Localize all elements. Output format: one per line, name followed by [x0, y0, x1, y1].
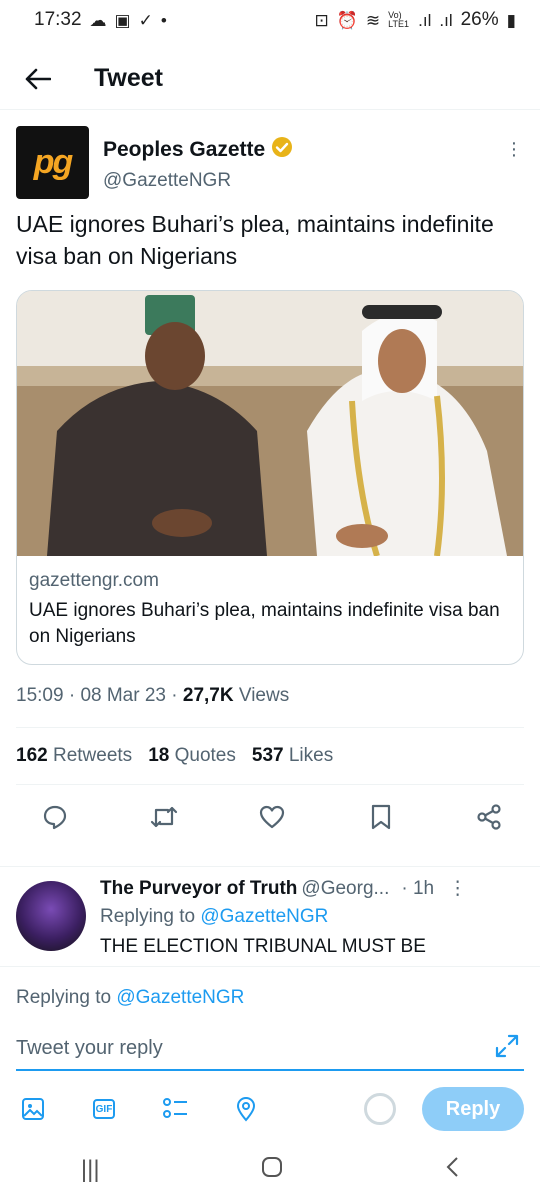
signal-icon: .ıl: [418, 10, 432, 30]
composer-toolbar: GIF Reply: [20, 1087, 524, 1131]
cloud-icon: ☁: [89, 10, 107, 30]
likes-label: Likes: [288, 745, 334, 766]
retweets-label: Retweets: [52, 745, 133, 766]
recent-apps-icon[interactable]: |||: [81, 1156, 100, 1184]
retweets-count: 162: [16, 745, 48, 766]
battery-icon: ▮: [506, 10, 516, 30]
likes-count: 537: [251, 745, 284, 766]
check-icon: ✓: [138, 10, 153, 30]
status-right: ⊡ ⏰ ≋ Vo) LTE1 .ıl .ıl 26% ▮: [314, 9, 516, 31]
author-info: Peoples Gazette @GazetteNGR: [103, 136, 504, 192]
composer-replying-handle[interactable]: @GazetteNGR: [116, 987, 244, 1008]
status-bar: 17:32 ☁ ▣ ✓ • ⊡ ⏰ ≋ Vo) LTE1 .ıl .ıl 26%…: [0, 0, 540, 40]
expand-icon[interactable]: [494, 1033, 520, 1059]
gallery-icon: ▣: [114, 10, 131, 30]
reply-input[interactable]: [16, 1031, 524, 1071]
reply-header: The Purveyor of Truth @Georg... · 1h ⋮: [100, 877, 530, 900]
retweets-stat[interactable]: 162 Retweets: [16, 745, 132, 767]
author-name: Peoples Gazette: [103, 138, 266, 161]
quotes-stat[interactable]: 18 Quotes: [148, 745, 236, 767]
reply-icon[interactable]: [40, 802, 70, 832]
network-label: Vo) LTE1: [388, 10, 409, 29]
dot-icon: •: [160, 10, 167, 30]
replying-to-handle[interactable]: @GazetteNGR: [200, 906, 328, 927]
home-icon[interactable]: [261, 1156, 283, 1185]
views-label[interactable]: Views: [239, 685, 289, 706]
main-tweet: pg Peoples Gazette @GazetteNGR · · · UAE i…: [16, 126, 524, 849]
reply-composer: Replying to @GazetteNGR GIF Reply: [0, 966, 540, 1136]
signal-icon-2: .ıl: [439, 10, 453, 30]
replying-to-prefix: Replying to: [100, 906, 196, 927]
share-icon[interactable]: [474, 802, 504, 832]
reply-author-handle: @Georg...: [301, 877, 390, 899]
composer-replying-to: Replying to @GazetteNGR: [16, 987, 244, 1009]
heart-icon[interactable]: [257, 802, 287, 832]
retweet-icon[interactable]: [149, 802, 179, 832]
reply-avatar[interactable]: [16, 881, 86, 951]
alarm-icon: ⏰: [336, 10, 358, 30]
card-image: [17, 291, 523, 556]
verified-badge-icon: [271, 136, 293, 164]
reply-text: THE ELECTION TRIBUNAL MUST BE: [100, 936, 426, 957]
tweet-text: UAE ignores Buhari’s plea, maintains ind…: [16, 211, 494, 269]
quotes-label: Quotes: [174, 745, 236, 766]
tweet-time: 15:09: [16, 685, 64, 706]
composer-replying-prefix: Replying to: [16, 987, 112, 1008]
reply-button[interactable]: Reply: [422, 1087, 524, 1131]
quotes-count: 18: [148, 745, 170, 766]
more-options-icon[interactable]: ⋮: [448, 877, 467, 900]
separator-dot: ·: [171, 685, 183, 706]
likes-stat[interactable]: 537 Likes: [252, 745, 333, 767]
reply-tweet[interactable]: The Purveyor of Truth @Georg... · 1h ⋮ R…: [0, 866, 540, 964]
engagement-stats: 162 Retweets 18 Quotes 537 Likes: [16, 728, 524, 784]
link-card[interactable]: gazettengr.com UAE ignores Buhari’s plea…: [16, 290, 524, 665]
character-count-circle: [364, 1093, 396, 1125]
bookmark-icon[interactable]: [366, 802, 396, 832]
gif-label: GIF: [93, 1099, 115, 1119]
card-title: UAE ignores Buhari’s plea, maintains ind…: [29, 600, 500, 647]
back-icon[interactable]: [445, 1156, 459, 1185]
battery-percent: 26%: [460, 9, 499, 30]
back-arrow-icon[interactable]: [22, 63, 54, 95]
views-count[interactable]: 27,7K: [183, 685, 234, 706]
lock-icon: ⊡: [314, 10, 329, 30]
image-icon[interactable]: [20, 1096, 46, 1122]
reply-replying-to: Replying to @GazetteNGR: [100, 906, 530, 928]
author-avatar[interactable]: pg: [16, 126, 89, 199]
system-nav-bar: |||: [0, 1140, 540, 1200]
author-handle: @GazetteNGR: [103, 170, 232, 191]
separator-dot: ·: [68, 685, 81, 706]
reply-content: The Purveyor of Truth @Georg... · 1h ⋮ R…: [100, 877, 530, 958]
author-name-row[interactable]: Peoples Gazette: [103, 136, 504, 164]
more-options-icon[interactable]: · · ·: [504, 133, 524, 165]
author-row: pg Peoples Gazette @GazetteNGR · · ·: [16, 126, 524, 202]
reply-time: · 1h: [401, 877, 435, 899]
status-time: 17:32: [34, 9, 82, 30]
card-domain: gazettengr.com: [29, 570, 159, 591]
page-title: Tweet: [94, 64, 163, 92]
gif-icon[interactable]: GIF: [91, 1096, 117, 1122]
reply-author-name[interactable]: The Purveyor of Truth: [100, 878, 297, 900]
top-bar: Tweet: [0, 48, 540, 110]
tweet-date: 08 Mar 23: [80, 685, 166, 706]
card-body: gazettengr.com UAE ignores Buhari’s plea…: [17, 556, 523, 664]
status-left: 17:32 ☁ ▣ ✓ •: [34, 9, 167, 31]
wifi-icon: ≋: [365, 10, 381, 30]
poll-icon[interactable]: [162, 1096, 188, 1122]
action-bar: [16, 785, 524, 849]
location-icon[interactable]: [233, 1096, 259, 1122]
avatar-logo-text: pg: [33, 143, 74, 181]
timestamp-row: 15:09 · 08 Mar 23 · 27,7K Views: [16, 685, 524, 713]
